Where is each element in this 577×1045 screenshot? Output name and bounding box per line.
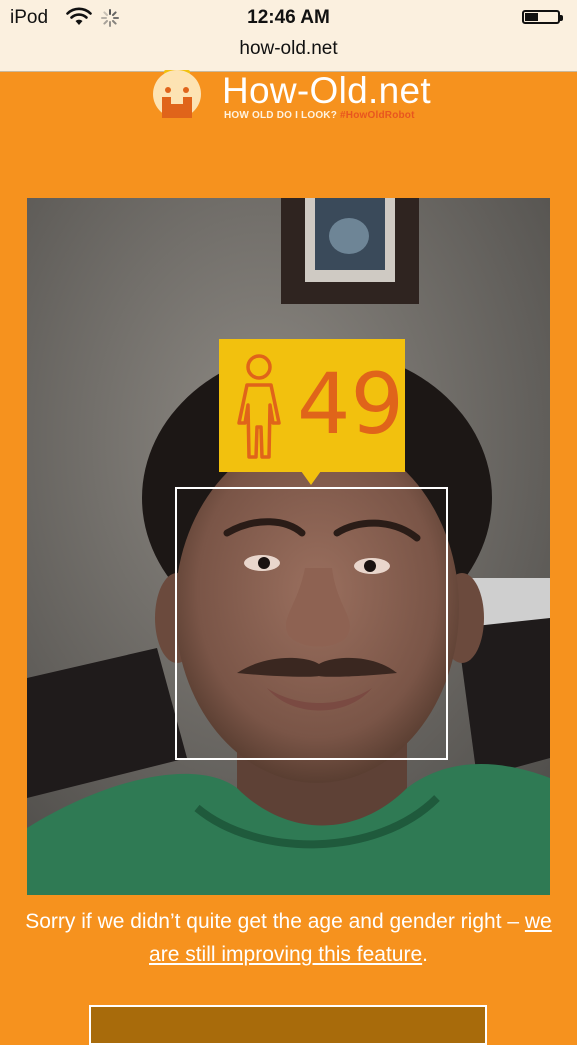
tag-pointer bbox=[301, 471, 321, 485]
clock: 12:46 AM bbox=[247, 7, 330, 28]
disclaimer: Sorry if we didn’t quite get the age and… bbox=[20, 905, 557, 971]
male-person-icon bbox=[233, 353, 285, 468]
age-value: 49 bbox=[297, 355, 404, 453]
face-detection-box bbox=[175, 487, 448, 760]
address-bar[interactable]: how-old.net bbox=[0, 38, 577, 60]
battery-level bbox=[525, 13, 538, 21]
battery-icon bbox=[522, 10, 563, 24]
browser-chrome: iPod 12:46 AM how-old.net bbox=[0, 0, 577, 72]
hashtag-link[interactable]: #HowOldRobot bbox=[340, 110, 415, 121]
tagline: HOW OLD DO I LOOK? #HowOldRobot bbox=[224, 110, 415, 121]
age-result-tag: 49 bbox=[219, 339, 405, 485]
try-another-photo-button[interactable] bbox=[89, 1005, 487, 1045]
tagline-text: HOW OLD DO I LOOK? bbox=[224, 110, 338, 121]
robot-logo-icon[interactable] bbox=[152, 70, 202, 118]
site-title[interactable]: How-Old.net bbox=[222, 70, 431, 112]
disclaimer-period: . bbox=[422, 943, 428, 966]
battery-nub bbox=[560, 15, 563, 21]
disclaimer-text: Sorry if we didn’t quite get the age and… bbox=[25, 910, 525, 933]
